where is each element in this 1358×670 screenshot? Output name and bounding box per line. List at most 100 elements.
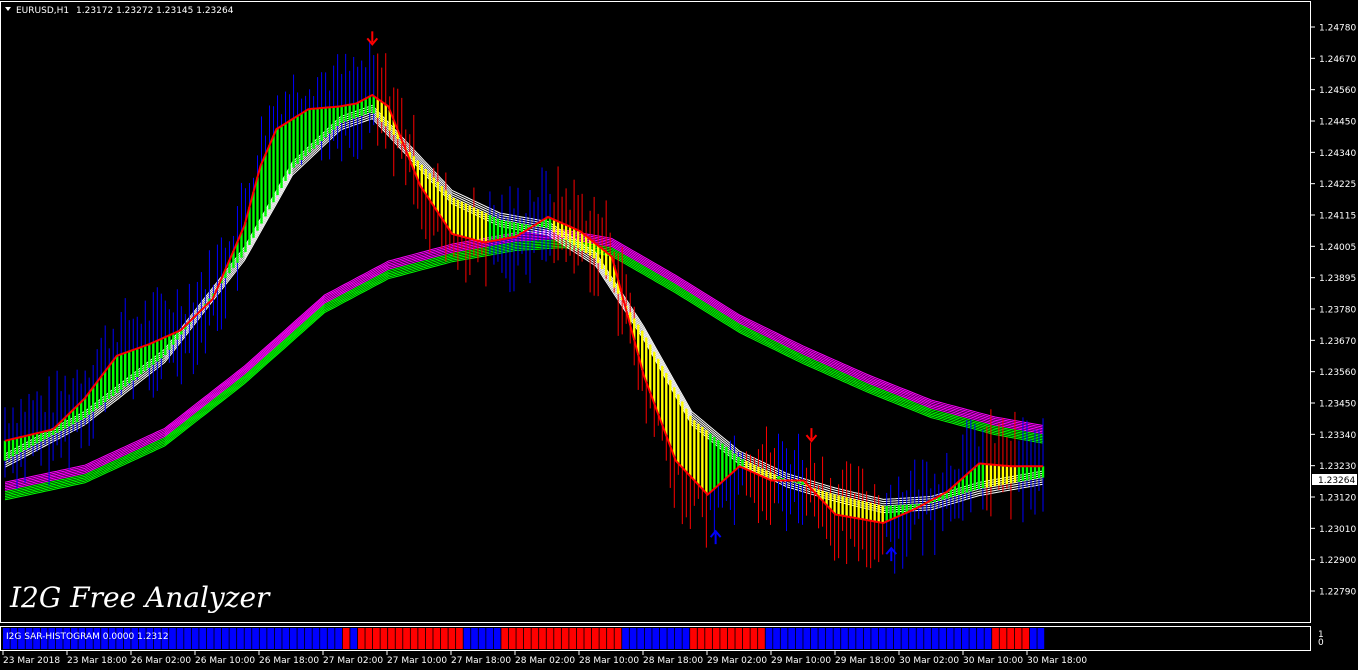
histogram-bar xyxy=(810,628,818,649)
price-bar-body xyxy=(428,173,432,201)
price-bar-body xyxy=(833,494,836,514)
price-bar-body xyxy=(1009,466,1013,484)
price-bar-body xyxy=(709,433,712,493)
histogram-bar xyxy=(440,628,448,649)
histogram-bar xyxy=(984,628,992,649)
histogram-bar xyxy=(539,628,546,649)
price-bar-body xyxy=(87,392,91,415)
histogram-bar xyxy=(833,628,841,649)
histogram-bar xyxy=(425,628,433,649)
price-bar-body xyxy=(693,420,696,481)
price-bar-body xyxy=(364,98,367,115)
histogram-bar xyxy=(795,628,803,649)
watermark-text: I2G Free Analyzer xyxy=(9,581,271,614)
histogram-bar xyxy=(312,628,320,649)
histogram-bar xyxy=(637,628,645,649)
price-bar-body xyxy=(79,401,83,421)
histogram-bar xyxy=(758,628,765,649)
x-tick-label: 27 Mar 10:00 xyxy=(387,656,447,666)
histogram-bar xyxy=(274,628,282,649)
histogram-bar xyxy=(335,628,342,649)
histogram-bar xyxy=(191,628,199,649)
histogram-bar xyxy=(365,628,373,649)
price-bar-body xyxy=(132,349,135,381)
price-bar-body xyxy=(1017,466,1021,482)
histogram-bar xyxy=(742,628,750,649)
price-bar-body xyxy=(112,360,115,396)
price-bar-body xyxy=(572,228,576,246)
histogram-bar xyxy=(893,628,901,649)
histogram-bar xyxy=(614,628,622,649)
price-bar-body xyxy=(376,98,379,118)
histogram-bar xyxy=(554,628,561,649)
histogram-bar xyxy=(327,628,335,649)
price-bar-body xyxy=(11,438,15,457)
x-tick-label: 29 Mar 18:00 xyxy=(835,656,895,666)
price-bar-body xyxy=(492,216,496,241)
price-bar-body xyxy=(172,333,175,345)
price-bar-body xyxy=(889,505,892,520)
price-bar-body xyxy=(144,345,147,371)
histogram-bar xyxy=(169,628,176,649)
price-bar-body xyxy=(168,335,171,350)
price-bar-body xyxy=(460,201,464,237)
price-chart[interactable]: EURUSD,H1 1.23172 1.23272 1.23145 1.2326… xyxy=(0,0,1358,670)
histogram-bar xyxy=(977,628,984,649)
x-tick-label: 27 Mar 18:00 xyxy=(451,656,511,666)
price-bar-body xyxy=(256,177,259,231)
histogram-bar xyxy=(667,628,675,649)
price-bar-body xyxy=(965,474,969,493)
price-bar-body xyxy=(15,437,19,455)
histogram-bar xyxy=(237,628,244,649)
histogram-bar xyxy=(992,628,999,649)
y-tick-label: 1.23340 xyxy=(1319,431,1356,441)
indicator-scale-bottom: 0 xyxy=(1318,638,1324,648)
histogram-bar xyxy=(848,628,856,649)
histogram-bar xyxy=(863,628,871,649)
price-bar-body xyxy=(584,236,588,254)
price-bar-body xyxy=(128,351,131,384)
histogram-bar xyxy=(735,628,743,649)
histogram-bar xyxy=(999,628,1007,649)
price-bar-body xyxy=(853,499,856,518)
price-bar-body xyxy=(280,125,283,189)
histogram-bar xyxy=(297,628,305,649)
y-tick-label: 1.24340 xyxy=(1319,149,1356,159)
histogram-bar xyxy=(916,628,924,649)
histogram-bar xyxy=(765,628,773,649)
histogram-bar xyxy=(508,628,516,649)
histogram-bar xyxy=(682,628,690,649)
histogram-bar xyxy=(206,628,214,649)
histogram-bar xyxy=(644,628,652,649)
histogram-bar xyxy=(501,628,509,649)
price-bar-body xyxy=(829,493,832,510)
price-bar-body xyxy=(849,498,852,518)
histogram-bar xyxy=(267,628,275,649)
histogram-bar xyxy=(372,628,380,649)
price-bar-body xyxy=(43,431,47,440)
price-bar-body xyxy=(857,500,860,519)
price-bar-body xyxy=(448,194,452,231)
price-bar-body xyxy=(348,104,351,121)
price-bar-body xyxy=(31,434,35,446)
price-bar-body xyxy=(645,337,648,383)
price-bar-body xyxy=(661,365,664,425)
histogram-bar xyxy=(841,628,848,649)
price-bar-body xyxy=(444,190,448,225)
ohlc-readout: 1.23172 1.23272 1.23145 1.23264 xyxy=(76,6,234,16)
price-bar-body xyxy=(304,110,307,157)
y-tick-label: 1.24780 xyxy=(1319,24,1356,34)
histogram-bar xyxy=(524,628,531,649)
price-bar-body xyxy=(1025,466,1029,481)
histogram-bar xyxy=(1007,628,1014,649)
price-bar-body xyxy=(436,181,440,213)
histogram-bar xyxy=(697,628,705,649)
histogram-bar xyxy=(388,628,395,649)
price-bar-body xyxy=(360,100,363,116)
price-bar-body xyxy=(977,463,981,490)
histogram-bar xyxy=(448,628,456,649)
histogram-bar xyxy=(244,628,252,649)
price-bar-body xyxy=(356,102,359,118)
histogram-bar xyxy=(176,628,184,649)
histogram-bar xyxy=(546,628,554,649)
